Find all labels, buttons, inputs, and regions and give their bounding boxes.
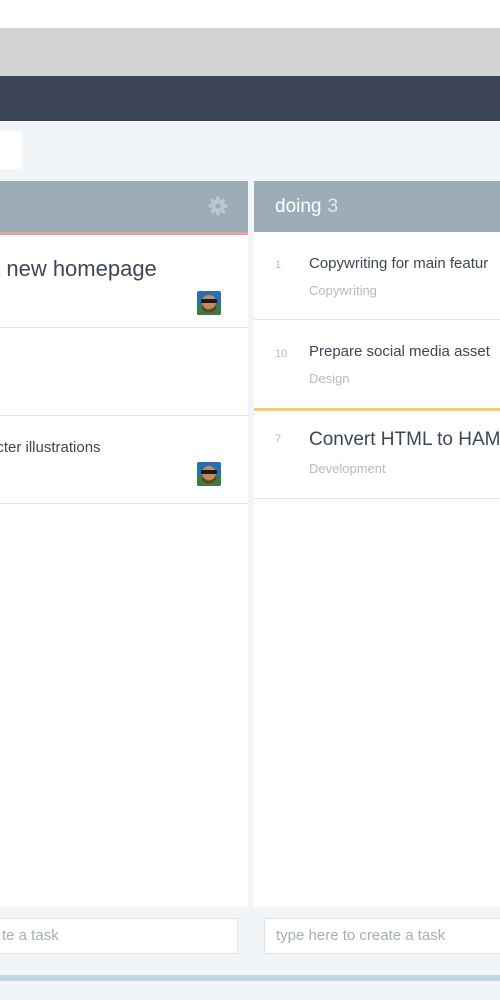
browser-bar (0, 28, 500, 76)
task-number: 1 (275, 259, 282, 271)
toolbar-button[interactable] (0, 131, 22, 169)
task-card[interactable]: acter illustrations (0, 416, 248, 504)
column-count: 3 (327, 196, 339, 217)
user-avatar (197, 462, 221, 486)
create-task-input[interactable]: te a task (0, 918, 238, 954)
top-margin (0, 0, 500, 28)
task-card[interactable]: a new homepage (0, 235, 248, 328)
task-tag: Copywriting (309, 283, 377, 298)
task-title: acter illustrations (0, 439, 101, 456)
task-card[interactable]: 7 Convert HTML to HAM Development (254, 411, 500, 499)
task-title: Prepare social media asset (309, 343, 490, 360)
column-title: doing 3 (275, 196, 339, 217)
kanban-board: a new homepage acter illustrations (0, 121, 500, 1000)
column-header: doing 3 (254, 181, 500, 232)
column-header (0, 181, 248, 232)
create-task-input[interactable]: type here to create a task (264, 918, 500, 954)
task-card[interactable] (0, 328, 248, 416)
task-title: Convert HTML to HAM (309, 429, 500, 450)
task-tag: Design (309, 371, 350, 386)
task-number: 7 (275, 433, 282, 445)
user-avatar (197, 291, 221, 315)
task-title: Copywriting for main featur (309, 255, 489, 272)
task-card[interactable]: 1 Copywriting for main featur Copywritin… (254, 232, 500, 320)
task-card[interactable]: 10 Prepare social media asset Design (254, 320, 500, 408)
column-left: a new homepage acter illustrations (0, 181, 248, 907)
column-title (11, 196, 17, 218)
task-title: a new homepage (0, 256, 157, 281)
bottom-band (0, 975, 500, 981)
task-tag: Development (309, 461, 386, 476)
gear-icon[interactable] (208, 196, 228, 216)
task-number: 10 (275, 348, 288, 360)
column-doing: doing 3 1 Copywriting for main featur Cop… (254, 181, 500, 907)
app-navbar (0, 76, 500, 121)
